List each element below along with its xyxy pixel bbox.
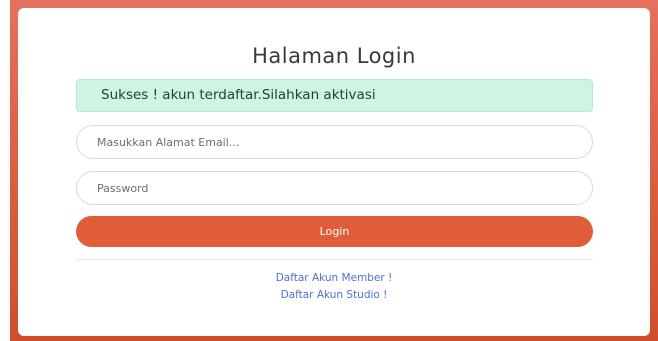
email-field[interactable] <box>76 125 593 159</box>
login-card: Halaman Login Sukses ! akun terdaftar.Si… <box>18 8 650 336</box>
page-title: Halaman Login <box>252 44 416 68</box>
success-alert: Sukses ! akun terdaftar.Silahkan aktivas… <box>76 79 593 112</box>
password-field[interactable] <box>76 171 593 205</box>
login-button[interactable]: Login <box>76 216 593 247</box>
divider <box>76 259 593 260</box>
register-studio-link[interactable]: Daftar Akun Studio ! <box>18 289 650 301</box>
register-member-link[interactable]: Daftar Akun Member ! <box>18 272 650 284</box>
